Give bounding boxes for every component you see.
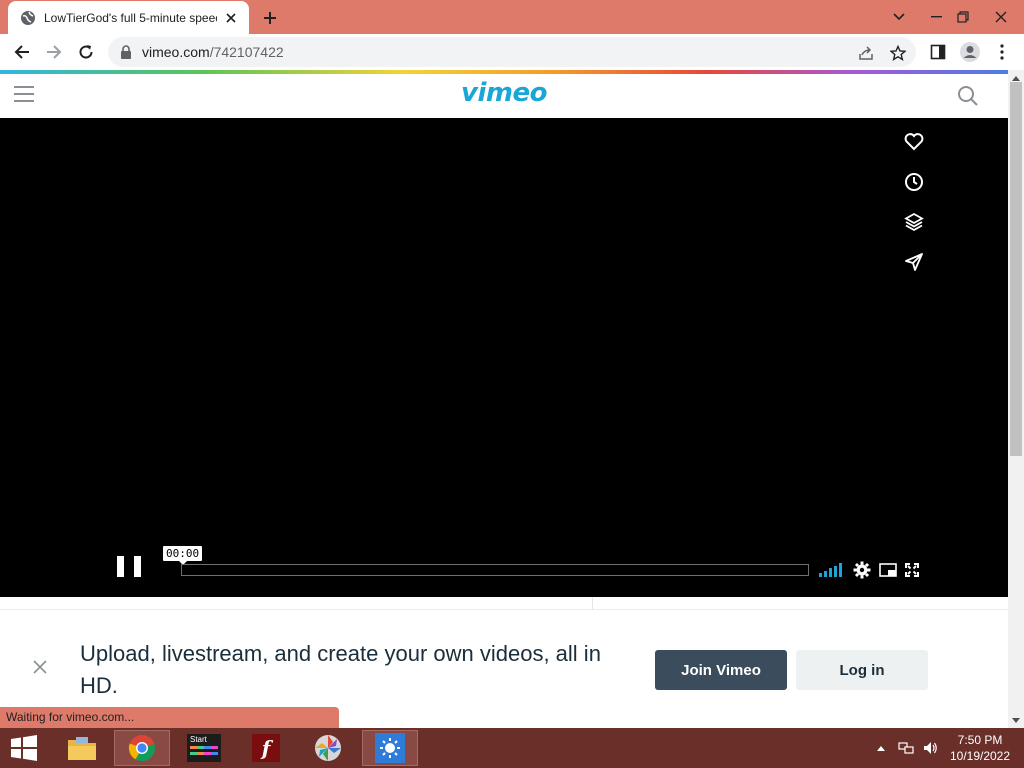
browser-toolbar: vimeo.com/742107422 xyxy=(0,34,1024,70)
new-tab-button[interactable] xyxy=(258,6,282,30)
address-bar[interactable]: vimeo.com/742107422 xyxy=(108,37,916,67)
page-scrollbar[interactable] xyxy=(1008,70,1024,728)
file-explorer-icon[interactable] xyxy=(54,730,110,766)
fullscreen-icon[interactable] xyxy=(902,560,922,580)
heart-icon[interactable] xyxy=(902,130,926,154)
forward-button[interactable] xyxy=(40,38,68,66)
close-banner-icon[interactable] xyxy=(30,657,50,677)
windows-start-icon[interactable] xyxy=(4,732,44,764)
clock-time: 7:50 PM xyxy=(957,733,1003,747)
flash-player-icon[interactable]: f xyxy=(238,730,294,766)
taskbar: Start f 7:50 PM 10/19/2022 xyxy=(0,728,1024,768)
tab-search-icon[interactable] xyxy=(882,0,916,34)
side-panel-icon[interactable] xyxy=(924,38,952,66)
volume-bar xyxy=(834,565,837,577)
tab-strip: LowTierGod's full 5-minute speech xyxy=(0,0,1024,34)
scroll-down-arrow-icon[interactable] xyxy=(1008,714,1024,726)
volume-bar xyxy=(819,573,822,577)
close-window-icon[interactable] xyxy=(984,0,1018,34)
close-tab-icon[interactable] xyxy=(223,10,239,26)
pause-button[interactable] xyxy=(117,554,141,580)
banner-text: Upload, livestream, and create your own … xyxy=(80,641,601,698)
site-header: vimeo xyxy=(0,74,1008,118)
volume-icon[interactable] xyxy=(819,560,842,580)
bookmark-star-icon[interactable] xyxy=(888,43,908,63)
vimeo-logo[interactable]: vimeo xyxy=(0,78,1008,108)
restore-icon[interactable] xyxy=(946,0,980,34)
share-icon[interactable] xyxy=(856,43,876,63)
system-clock[interactable]: 7:50 PM 10/19/2022 xyxy=(940,732,1020,764)
start-app-icon[interactable]: Start xyxy=(176,730,232,766)
volume-bar xyxy=(824,570,827,577)
reload-button[interactable] xyxy=(72,38,100,66)
settings-app-icon[interactable] xyxy=(362,730,418,766)
layers-icon[interactable] xyxy=(902,210,926,234)
globe-icon xyxy=(21,10,35,25)
status-bubble: Waiting for vimeo.com... xyxy=(0,707,339,728)
picture-in-picture-icon[interactable] xyxy=(878,560,898,580)
lock-icon xyxy=(121,45,131,59)
progress-bar[interactable] xyxy=(181,564,809,576)
url-path: /742107422 xyxy=(209,44,284,60)
browser-window: LowTierGod's full 5-minute speech vimeo.… xyxy=(0,0,1024,768)
browser-menu-icon[interactable] xyxy=(988,38,1016,66)
send-icon[interactable] xyxy=(902,250,926,274)
video-player[interactable]: 00:00 xyxy=(0,118,1008,597)
speaker-icon[interactable] xyxy=(920,728,940,768)
start-app-label: Start xyxy=(190,735,207,744)
tray-overflow-icon[interactable] xyxy=(874,728,888,768)
volume-bar xyxy=(829,568,832,577)
pinwheel-app-icon[interactable] xyxy=(300,730,356,766)
chrome-icon[interactable] xyxy=(114,730,170,766)
gear-icon[interactable] xyxy=(852,560,872,580)
profile-avatar-icon[interactable] xyxy=(956,38,984,66)
tab-title: LowTierGod's full 5-minute speech xyxy=(44,10,217,25)
clock-date: 10/19/2022 xyxy=(949,749,1011,763)
time-tooltip: 00:00 xyxy=(163,546,203,565)
login-button[interactable]: Log in xyxy=(796,650,928,690)
volume-bar xyxy=(839,563,842,577)
scroll-thumb[interactable] xyxy=(1010,82,1022,456)
network-icon[interactable] xyxy=(896,728,916,768)
clock-icon[interactable] xyxy=(902,170,926,194)
url-domain: vimeo.com xyxy=(142,44,210,60)
browser-tab[interactable]: LowTierGod's full 5-minute speech xyxy=(8,1,249,34)
join-vimeo-button[interactable]: Join Vimeo xyxy=(655,650,787,690)
search-icon[interactable] xyxy=(956,84,980,108)
back-button[interactable] xyxy=(8,38,36,66)
url-text: vimeo.com/742107422 xyxy=(142,44,284,60)
